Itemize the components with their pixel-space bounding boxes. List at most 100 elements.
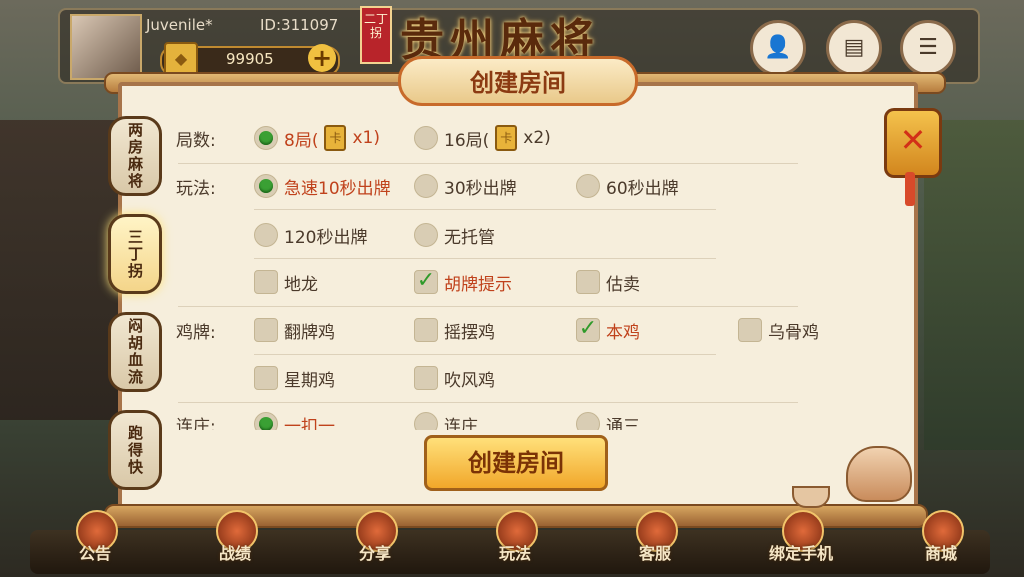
option-label: 吹风鸡 [444,370,495,391]
extra-hupai-hint[interactable]: ✓ 胡牌提示 [414,268,512,296]
options-scroll-area[interactable]: 局数: 8局( 卡 x1) 16局( 卡 x2) 玩法: 急速10秒出牌 30秒… [170,108,880,430]
divider [178,163,798,164]
radio-button[interactable] [254,126,278,150]
option-label: 8局( [284,130,319,151]
add-coins-button[interactable]: + [308,44,336,72]
extra-gumai[interactable]: 估卖 [576,268,640,296]
game-badge: 二丁拐 [360,6,392,64]
option-label: 翻牌鸡 [284,322,335,343]
radio-button[interactable] [254,412,278,430]
coin-count: 99905 [226,50,274,68]
play-option-no-auto[interactable]: 无托管 [414,221,495,249]
tab-paodekuai[interactable]: 跑得快 [108,410,162,490]
play-option-60s[interactable]: 60秒出牌 [576,172,679,200]
nav-service[interactable]: 客服 [610,540,700,564]
radio-selected-dot [259,179,273,193]
nav-shop[interactable]: 商城 [896,540,986,564]
chicken-yaobai[interactable]: 摇摆鸡 [414,316,495,344]
option-suffix: x1) [352,128,380,148]
nav-bind-phone[interactable]: 绑定手机 [756,540,846,564]
nav-share[interactable]: 分享 [330,540,420,564]
checkbox[interactable] [576,270,600,294]
radio-button[interactable] [576,174,600,198]
play-option-30s[interactable]: 30秒出牌 [414,172,517,200]
checkbox[interactable]: ✓ [414,270,438,294]
user-id: ID:311097 [260,16,339,34]
chicken-benji[interactable]: ✓ 本鸡 [576,316,640,344]
checkbox[interactable] [414,366,438,390]
option-label: 16局( [444,130,490,151]
option-label: 无托管 [444,227,495,248]
checkbox[interactable] [254,318,278,342]
play-label: 玩法: [176,179,216,199]
nav-record[interactable]: 战绩 [190,540,280,564]
radio-button[interactable] [576,412,600,430]
option-label: 星期鸡 [284,370,335,391]
teapot-decoration [846,446,912,502]
option-label: 摇摆鸡 [444,322,495,343]
option-label: 本鸡 [606,322,640,343]
option-label: 胡牌提示 [444,274,512,295]
background-building [0,120,120,420]
tab-sandingguai[interactable]: 三丁拐 [108,214,162,294]
tea-cup-decoration [792,486,830,508]
option-label: 120秒出牌 [284,227,368,248]
room-card-icon: 卡 [495,125,518,151]
radio-button[interactable] [414,223,438,247]
nav-announcement[interactable]: 公告 [50,540,140,564]
lantern-tassel [905,172,915,206]
radio-button[interactable] [414,174,438,198]
option-suffix: x2) [523,128,551,148]
dialog-title: 创建房间 [398,56,638,106]
close-icon[interactable]: ✕ [884,108,942,178]
radio-button[interactable] [254,223,278,247]
checkbox[interactable]: ✓ [576,318,600,342]
id-card-icon[interactable]: ▤ [826,20,882,76]
radio-selected-dot [259,131,273,145]
divider [178,306,798,307]
play-option-120s[interactable]: 120秒出牌 [254,221,367,249]
chicken-fanpai[interactable]: 翻牌鸡 [254,316,335,344]
radio-button[interactable] [414,126,438,150]
username: Juvenile* [146,16,213,34]
tab-menhu-xueliu[interactable]: 闷胡血流 [108,312,162,392]
option-label: 估卖 [606,274,640,295]
person-icon[interactable]: 👤 [750,20,806,76]
radio-button[interactable] [414,412,438,430]
extra-dilong[interactable]: 地龙 [254,268,318,296]
chicken-label: 鸡牌: [176,323,216,343]
option-label: 30秒出牌 [444,178,517,199]
option-label: 一扣一 [284,416,335,431]
radio-button[interactable] [254,174,278,198]
lianzhuang-tongsan[interactable]: 通三 [576,410,640,430]
rounds-option-8[interactable]: 8局( 卡 x1) [254,124,380,152]
option-label: 连庄 [444,416,478,431]
option-label: 通三 [606,416,640,431]
option-label: 地龙 [284,274,318,295]
play-option-10s[interactable]: 急速10秒出牌 [254,172,391,200]
checkbox[interactable] [254,366,278,390]
divider [178,402,798,403]
chicken-chuifeng[interactable]: 吹风鸡 [414,364,495,392]
option-label: 乌骨鸡 [768,322,819,343]
nav-rules[interactable]: 玩法 [470,540,560,564]
divider [254,258,716,259]
checkbox[interactable] [254,270,278,294]
chicken-wugu[interactable]: 乌骨鸡 [738,316,819,344]
lianzhuang-lianzhuang[interactable]: 连庄 [414,410,478,430]
avatar[interactable] [70,14,142,80]
lianzhuang-label: 连庄: [176,417,216,430]
rounds-option-16[interactable]: 16局( 卡 x2) [414,124,551,152]
option-label: 60秒出牌 [606,178,679,199]
lianzhuang-yikouyi[interactable]: 一扣一 [254,410,335,430]
divider [254,209,716,210]
checkbox[interactable] [414,318,438,342]
menu-icon[interactable]: ☰ [900,20,956,76]
checkbox[interactable] [738,318,762,342]
create-room-button[interactable]: 创建房间 [424,435,608,491]
divider [254,354,716,355]
option-label: 急速10秒出牌 [284,178,391,199]
radio-selected-dot [259,417,273,430]
tab-liangfang-majiang[interactable]: 两房麻将 [108,116,162,196]
chicken-xingqi[interactable]: 星期鸡 [254,364,335,392]
